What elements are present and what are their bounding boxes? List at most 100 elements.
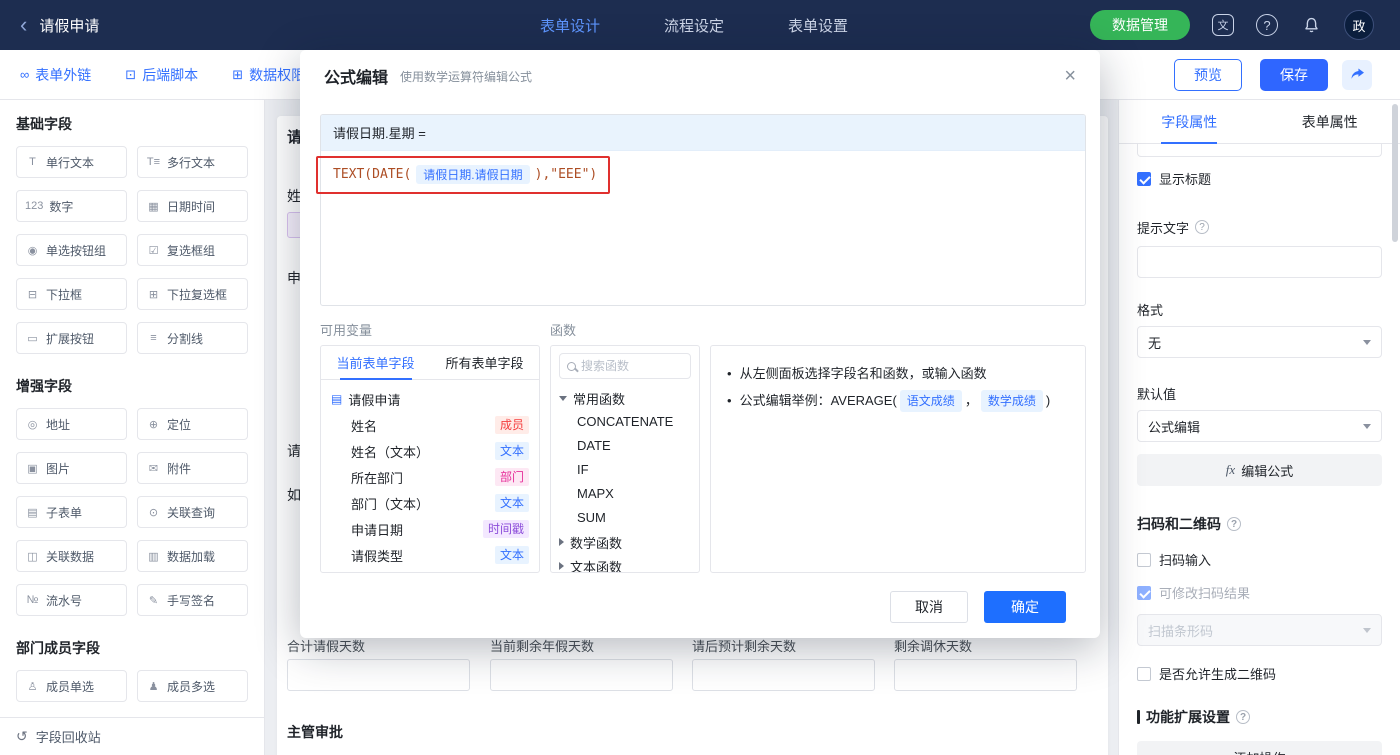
edit-formula-button[interactable]: fx 编辑公式 bbox=[1137, 454, 1382, 486]
question-circle-icon[interactable]: ? bbox=[1195, 220, 1210, 234]
function-item[interactable]: CONCATENATE bbox=[559, 410, 691, 434]
permission-icon: ⊞ bbox=[232, 66, 244, 82]
cancel-button[interactable]: 取消 bbox=[890, 591, 968, 623]
qr-allow-checkbox-row[interactable]: 是否允许生成二维码 bbox=[1137, 664, 1382, 683]
data-manage-button[interactable]: 数据管理 bbox=[1090, 10, 1190, 40]
sidebar-field-checkbox-group[interactable]: ☑ 复选框组 bbox=[137, 234, 248, 266]
sidebar-field-serial-number[interactable]: № 流水号 bbox=[16, 584, 127, 616]
notification-bell-icon[interactable] bbox=[1300, 14, 1322, 36]
question-circle-icon[interactable]: ? bbox=[1227, 517, 1241, 531]
sidebar-field-linked-data[interactable]: ◫ 关联数据 bbox=[16, 540, 127, 572]
partial-input[interactable] bbox=[1137, 144, 1382, 157]
enhanced-field-grid: ◎ 地址 ⊕ 定位 ▣ 图片 ✉ 附件 ▤ 子表单 ⊙ 关联查询 ◫ 关联数据 ▥ 数据加载 №… bbox=[16, 408, 248, 616]
variable-item[interactable]: 姓名 成员 bbox=[331, 412, 529, 438]
question-circle-icon[interactable]: ? bbox=[1236, 710, 1250, 724]
button-icon: ▭ bbox=[27, 332, 38, 345]
add-action-button[interactable]: 添加操作 bbox=[1137, 741, 1382, 755]
sidebar-field-member-multi[interactable]: ♟ 成员多选 bbox=[137, 670, 248, 702]
function-group-common[interactable]: 常用函数 bbox=[559, 386, 691, 410]
show-title-label: 显示标题 bbox=[1159, 172, 1212, 187]
hint-text-input[interactable] bbox=[1137, 246, 1382, 278]
backend-script-link[interactable]: ⊡ 后端脚本 bbox=[125, 65, 198, 85]
default-value-select[interactable]: 公式编辑 bbox=[1137, 410, 1382, 442]
variable-item[interactable]: 部门（文本） 文本 bbox=[331, 490, 529, 516]
variable-item[interactable]: 所在部门 部门 bbox=[331, 464, 529, 490]
sidebar-field-address[interactable]: ◎ 地址 bbox=[16, 408, 127, 440]
variable-type-tag: 时间戳 bbox=[482, 520, 529, 538]
form-input[interactable] bbox=[692, 659, 875, 691]
variable-name: 姓名 bbox=[351, 418, 378, 434]
app-window: ‹ 请假申请 表单设计 流程设定 表单设置 数据管理 文 ? 政 ∞ 表单外链 bbox=[0, 0, 1400, 755]
form-external-link[interactable]: ∞ 表单外链 bbox=[20, 65, 91, 85]
search-icon bbox=[567, 361, 576, 371]
sidebar-field-lookup-query[interactable]: ⊙ 关联查询 bbox=[137, 496, 248, 528]
sidebar-field-multiline-text[interactable]: T≡ 多行文本 bbox=[137, 146, 248, 178]
tab-current-form-fields[interactable]: 当前表单字段 bbox=[321, 346, 430, 380]
variables-pane: 当前表单字段 所有表单字段 ▤ 请假申请 姓名 成员 姓名（文本） 文本 所在部… bbox=[320, 345, 540, 573]
sidebar-field-divider[interactable]: ≡ 分割线 bbox=[137, 322, 248, 354]
confirm-button[interactable]: 确定 bbox=[984, 591, 1066, 623]
variables-tabs: 当前表单字段 所有表单字段 bbox=[321, 346, 539, 380]
form-input[interactable] bbox=[287, 659, 470, 691]
function-search-input[interactable] bbox=[581, 359, 683, 373]
sidebar-field-datetime[interactable]: ▦ 日期时间 bbox=[137, 190, 248, 222]
format-select[interactable]: 无 bbox=[1137, 326, 1382, 358]
location-icon: ⊕ bbox=[148, 418, 159, 431]
function-group-math[interactable]: 数学函数 bbox=[559, 530, 691, 554]
user-avatar[interactable]: 政 bbox=[1344, 10, 1374, 40]
sidebar-field-geolocation[interactable]: ⊕ 定位 bbox=[137, 408, 248, 440]
function-item[interactable]: IF bbox=[559, 458, 691, 482]
variable-item[interactable]: 姓名（文本） 文本 bbox=[331, 438, 529, 464]
data-permission-link[interactable]: ⊞ 数据权限 bbox=[232, 65, 305, 85]
sidebar-field-dropdown-multi[interactable]: ⊞ 下拉复选框 bbox=[137, 278, 248, 310]
sidebar-field-single-line-text[interactable]: T 单行文本 bbox=[16, 146, 127, 178]
sidebar-field-subform[interactable]: ▤ 子表单 bbox=[16, 496, 127, 528]
formula-input-area[interactable]: TEXT(DATE( 请假日期.请假日期 ),"EEE") bbox=[321, 151, 1085, 198]
chevron-right-icon bbox=[559, 538, 564, 546]
sidebar-field-dropdown[interactable]: ⊟ 下拉框 bbox=[16, 278, 127, 310]
field-recycle-bin[interactable]: ↺ 字段回收站 bbox=[0, 717, 264, 755]
share-icon[interactable] bbox=[1342, 59, 1372, 90]
sidebar-field-signature[interactable]: ✎ 手写签名 bbox=[137, 584, 248, 616]
tab-field-properties[interactable]: 字段属性 bbox=[1119, 100, 1260, 144]
translate-icon[interactable]: 文 bbox=[1212, 14, 1234, 36]
show-title-checkbox-row[interactable]: 显示标题 bbox=[1137, 169, 1382, 188]
back-icon[interactable]: ‹ bbox=[20, 14, 27, 36]
sidebar-field-image[interactable]: ▣ 图片 bbox=[16, 452, 127, 484]
function-item[interactable]: DATE bbox=[559, 434, 691, 458]
data-load-icon: ▥ bbox=[148, 550, 159, 563]
formula-target-label: 请假日期.星期 = bbox=[333, 126, 426, 141]
tab-form-properties[interactable]: 表单属性 bbox=[1260, 100, 1400, 143]
sidebar-field-attachment[interactable]: ✉ 附件 bbox=[137, 452, 248, 484]
close-icon[interactable]: × bbox=[1064, 66, 1076, 86]
tab-form-design[interactable]: 表单设计 bbox=[540, 15, 600, 36]
help-icon[interactable]: ? bbox=[1256, 14, 1278, 36]
single-line-text-icon: T bbox=[29, 156, 36, 168]
form-input[interactable] bbox=[490, 659, 673, 691]
sidebar-field-number[interactable]: 123 数字 bbox=[16, 190, 127, 222]
function-item[interactable]: MAPX bbox=[559, 482, 691, 506]
function-search-box[interactable] bbox=[559, 353, 691, 379]
panel-scrollbar-thumb[interactable] bbox=[1392, 104, 1398, 242]
scan-input-checkbox-row[interactable]: 扫码输入 bbox=[1137, 550, 1382, 569]
tab-flow-settings[interactable]: 流程设定 bbox=[664, 15, 724, 36]
function-item[interactable]: SUM bbox=[559, 506, 691, 530]
tab-all-form-fields[interactable]: 所有表单字段 bbox=[430, 346, 539, 379]
checkbox-unchecked-icon bbox=[1137, 552, 1151, 567]
variable-item[interactable]: 请假类型 文本 bbox=[331, 542, 529, 568]
preview-button[interactable]: 预览 bbox=[1174, 58, 1242, 91]
canvas-field-annual-left: 当前剩余年假天数 bbox=[490, 636, 673, 691]
sidebar-field-member-single[interactable]: ♙ 成员单选 bbox=[16, 670, 127, 702]
sidebar-field-extend-button[interactable]: ▭ 扩展按钮 bbox=[16, 322, 127, 354]
function-group-text[interactable]: 文本函数 bbox=[559, 554, 691, 572]
tab-form-settings[interactable]: 表单设置 bbox=[788, 15, 848, 36]
save-button[interactable]: 保存 bbox=[1260, 58, 1328, 91]
variables-form-node[interactable]: ▤ 请假申请 bbox=[331, 386, 529, 412]
sidebar-field-data-load[interactable]: ▥ 数据加载 bbox=[137, 540, 248, 572]
variable-item[interactable]: 申请日期 时间戳 bbox=[331, 516, 529, 542]
field-label: 图片 bbox=[46, 461, 71, 476]
formula-editor[interactable]: 请假日期.星期 = TEXT(DATE( 请假日期.请假日期 ),"EEE") bbox=[320, 114, 1086, 306]
sidebar-field-radio-group[interactable]: ◉ 单选按钮组 bbox=[16, 234, 127, 266]
header-right-cluster: 数据管理 文 ? 政 bbox=[1090, 10, 1374, 40]
form-input[interactable] bbox=[894, 659, 1077, 691]
